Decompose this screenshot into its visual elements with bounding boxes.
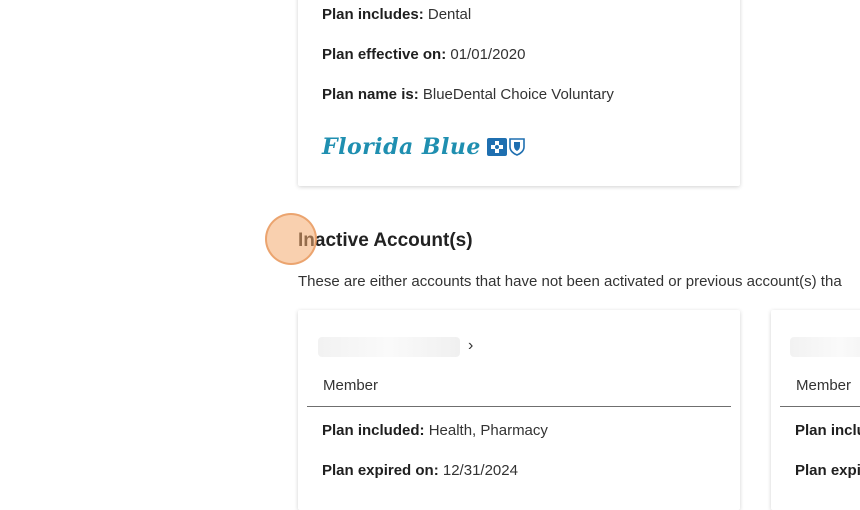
plan-name-value: BlueDental Choice Voluntary (422, 86, 614, 103)
plan-expired-label: Plan expi (795, 462, 860, 479)
plan-expired-value: 12/31/2024 (442, 462, 518, 479)
member-label: Member (796, 377, 852, 394)
plan-includes-value: Dental (427, 6, 472, 23)
card-divider (780, 406, 860, 407)
inactive-accounts-title: Inactive Account(s) (298, 230, 473, 251)
click-indicator (265, 213, 317, 265)
logo-text: Florida Blue (322, 134, 481, 160)
plan-includes-label: Plan includes: (322, 6, 424, 23)
florida-blue-logo: Florida Blue (322, 134, 525, 160)
redacted-account-name (318, 337, 460, 357)
plan-effective-value: 01/01/2020 (450, 46, 526, 63)
plan-name-row: Plan name is: BlueDental Choice Voluntar… (322, 86, 614, 104)
plan-name-label: Plan name is: (322, 86, 419, 103)
plan-included-label: Plan inclu (795, 422, 860, 439)
inactive-accounts-description: These are either accounts that have not … (298, 273, 842, 290)
plan-effective-row: Plan effective on: 01/01/2020 (322, 46, 525, 64)
blue-shield-icon (509, 138, 525, 156)
card-divider (307, 406, 731, 407)
plan-included-label: Plan included: (322, 422, 425, 439)
plan-included-value: Health, Pharmacy (428, 422, 548, 439)
plan-effective-label: Plan effective on: (322, 46, 447, 63)
plan-expired-row: Plan expi (795, 462, 860, 480)
active-plan-card: Plan includes: Dental Plan effective on:… (298, 0, 740, 186)
plan-included-row: Plan inclu (795, 422, 860, 440)
plan-included-row: Plan included: Health, Pharmacy (322, 422, 548, 440)
logo-marks (486, 138, 525, 156)
plan-includes-row: Plan includes: Dental (322, 6, 471, 24)
blue-cross-icon (486, 138, 507, 156)
redacted-account-name (790, 337, 860, 357)
plan-expired-label: Plan expired on: (322, 462, 439, 479)
plan-expired-row: Plan expired on: 12/31/2024 (322, 462, 518, 480)
inactive-account-card[interactable]: Member Plan inclu Plan expi (771, 310, 860, 510)
chevron-right-icon[interactable]: › (468, 337, 473, 355)
member-label: Member (323, 377, 379, 394)
inactive-account-card[interactable]: › Member Plan included: Health, Pharmacy… (298, 310, 740, 510)
